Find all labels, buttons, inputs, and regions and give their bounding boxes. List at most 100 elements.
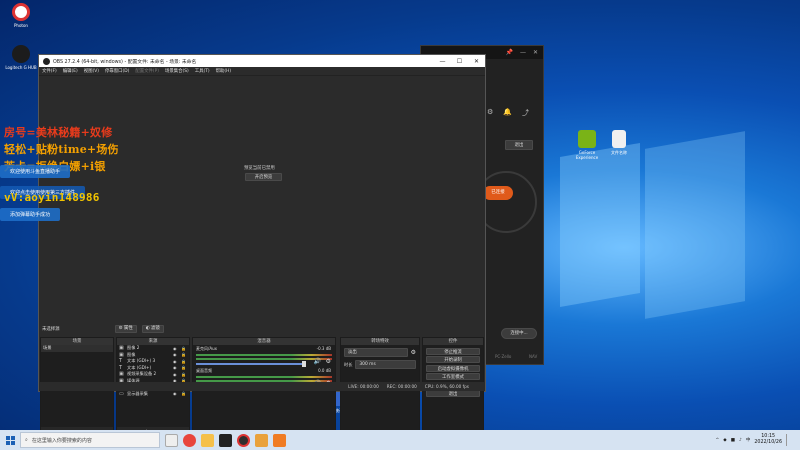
- app-taskbar-icon[interactable]: [255, 433, 268, 447]
- sources-header: 来源: [117, 338, 189, 345]
- stop-streaming-button[interactable]: 停止推流: [426, 347, 480, 355]
- enable-preview-button[interactable]: 开启预览: [245, 173, 282, 181]
- settings-icon[interactable]: ⚙: [487, 108, 493, 118]
- menu-view[interactable]: 视图(V): [84, 68, 99, 74]
- bell-icon[interactable]: 🔔: [503, 108, 512, 118]
- volume-icon[interactable]: ♪: [739, 438, 742, 443]
- source-item[interactable]: T 文本 (GDI+) 3 ◉ 🔒: [117, 358, 189, 365]
- channel-name: 麦克风/Aux: [196, 346, 217, 351]
- gear-icon[interactable]: ⚙: [326, 358, 331, 365]
- ime-icon[interactable]: 中: [746, 437, 751, 443]
- side-footer-text: PC·Zello: [495, 354, 512, 359]
- filters-button[interactable]: ◐ 滤镜: [141, 325, 164, 333]
- show-desktop-button[interactable]: [786, 434, 792, 446]
- preview-disabled-text: 预览当前已禁用: [244, 166, 275, 171]
- tray-expand-icon[interactable]: ^: [715, 438, 719, 443]
- no-source-label: 未选择源: [42, 327, 60, 332]
- close-button[interactable]: ✕: [468, 58, 485, 65]
- side-exit-button[interactable]: 退出: [505, 140, 533, 150]
- preview-area[interactable]: 预览当前已禁用 开启预览: [39, 77, 485, 323]
- app-taskbar-icon[interactable]: [273, 433, 286, 447]
- desktop-icon-photon[interactable]: Photon: [4, 3, 38, 28]
- source-item[interactable]: ▣ 视频采集设备 2 ◉ 🔒: [117, 371, 189, 378]
- minimize-button[interactable]: —: [434, 58, 451, 65]
- mixer-channel: 麦克风/Aux -0.3 dB 🔊 ⚙: [193, 345, 335, 367]
- volume-slider[interactable]: [196, 361, 306, 367]
- desktop-icon-label: 文件名称: [611, 150, 627, 155]
- task-view-icon[interactable]: [165, 433, 178, 447]
- maximize-button[interactable]: ☐: [451, 58, 468, 65]
- notification-bubble: 欢迎使用斗鱼直播助手: [0, 165, 71, 178]
- menu-edit[interactable]: 编辑(E): [63, 68, 78, 74]
- overlay-text-line: vV:aoyin148986: [4, 191, 100, 204]
- volume-meter: [196, 358, 332, 360]
- windows-icon: [5, 435, 15, 445]
- logitech-taskbar-icon[interactable]: [219, 433, 232, 447]
- desktop-icon-logitech[interactable]: Logitech G HUB: [4, 45, 38, 70]
- lock-icon: 🔒: [181, 391, 186, 397]
- overlay-text-line: 房号=美林秘籍+奴修: [4, 126, 113, 139]
- obs-taskbar-icon[interactable]: [237, 433, 250, 447]
- lock-icon: 🔒: [181, 352, 186, 358]
- speaker-icon[interactable]: 🔊: [314, 358, 321, 365]
- desktop-icon-file[interactable]: 文件名称: [602, 130, 636, 155]
- obs-statusbar: LIVE: 00:00:00 REC: 00:00:00 CPU: 0.9%, …: [39, 382, 485, 391]
- menu-help[interactable]: 帮助(H): [216, 68, 232, 74]
- menu-docks[interactable]: 停靠窗口(D): [105, 68, 129, 74]
- properties-button[interactable]: ⚙ 属性: [114, 325, 137, 333]
- network-icon[interactable]: ■: [731, 438, 735, 443]
- pin-icon[interactable]: 📌: [505, 49, 512, 56]
- start-recording-button[interactable]: 开始录制: [426, 356, 480, 363]
- connecting-button[interactable]: 连接中...: [501, 328, 537, 339]
- start-virtual-camera-button[interactable]: 启动虚拟摄像机: [426, 364, 480, 372]
- obs-menubar: 文件(F) 编辑(E) 视图(V) 停靠窗口(D) 配置文件(P) 场景集合(S…: [39, 67, 485, 76]
- photon-icon: [12, 3, 30, 21]
- source-item[interactable]: ▭ 显示器采集 ◉ 🔒: [117, 391, 189, 398]
- clock-date: 2022/10/26: [754, 440, 782, 445]
- desktop-icon-label: Photon: [14, 23, 28, 28]
- duration-label: 时长: [344, 361, 353, 367]
- desktop-icon-geforce[interactable]: GeForce Experience: [570, 130, 604, 160]
- menu-file[interactable]: 文件(F): [42, 68, 57, 74]
- transition-select[interactable]: 淡出: [344, 348, 408, 357]
- obs-logo-icon: [43, 57, 50, 65]
- obs-window-title: OBS 27.2.4 (64-bit, windows) - 配置文件: 未命名…: [53, 59, 197, 65]
- tray-app-icon[interactable]: ◆: [723, 438, 726, 443]
- logitech-icon: [12, 45, 30, 63]
- desktop-icon-label: Logitech G HUB: [5, 65, 37, 70]
- channel-name: 桌面音频: [196, 368, 212, 373]
- studio-mode-button[interactable]: 工作室模式: [426, 373, 480, 380]
- eye-icon: ◉: [173, 352, 177, 358]
- eye-icon: ◉: [173, 391, 177, 397]
- mixer-header: 混音器: [193, 338, 335, 345]
- eye-icon: ◉: [173, 365, 177, 371]
- gear-icon[interactable]: ⚙: [411, 349, 416, 356]
- clock[interactable]: 10:15 2022/10/26: [754, 434, 782, 446]
- lock-icon: 🔒: [181, 345, 186, 351]
- start-button[interactable]: [0, 430, 20, 450]
- status-pill[interactable]: 已连接: [483, 186, 513, 200]
- menu-tools[interactable]: 工具(T): [195, 68, 210, 74]
- folder-icon[interactable]: [201, 433, 214, 447]
- source-item[interactable]: ▣ 图像 2 ◉ 🔒: [117, 345, 189, 352]
- share-icon[interactable]: ⤴: [522, 108, 529, 118]
- menu-profile[interactable]: 配置文件(P): [135, 68, 159, 74]
- live-status: LIVE: 00:00:00: [348, 384, 379, 389]
- overlay-text-line: 轻松+贴粉time+场伤: [4, 143, 119, 156]
- search-icon: ⌕: [25, 437, 28, 443]
- menu-scene-collection[interactable]: 场景集合(S): [165, 68, 189, 74]
- taskbar-search[interactable]: ⌕ 在这里输入你要搜索的内容: [20, 432, 160, 448]
- eye-icon: ◉: [173, 371, 177, 377]
- scene-item[interactable]: 场景: [41, 345, 113, 352]
- geforce-icon: [578, 130, 596, 148]
- duration-input[interactable]: 300 ms: [355, 360, 416, 369]
- exit-button[interactable]: 退出: [426, 390, 480, 397]
- taskbar: ⌕ 在这里输入你要搜索的内容 ^ ◆ ■ ♪ 中 10:15 2022/10/2…: [0, 430, 800, 450]
- minimize-icon[interactable]: —: [520, 49, 526, 56]
- side-footer-right: NAV: [529, 354, 538, 359]
- transitions-header: 转场特效: [341, 338, 419, 345]
- obs-titlebar: OBS 27.2.4 (64-bit, windows) - 配置文件: 未命名…: [39, 55, 485, 67]
- close-icon[interactable]: ✕: [533, 49, 538, 56]
- obs-window[interactable]: OBS 27.2.4 (64-bit, windows) - 配置文件: 未命名…: [38, 54, 486, 438]
- chrome-icon[interactable]: [183, 433, 196, 447]
